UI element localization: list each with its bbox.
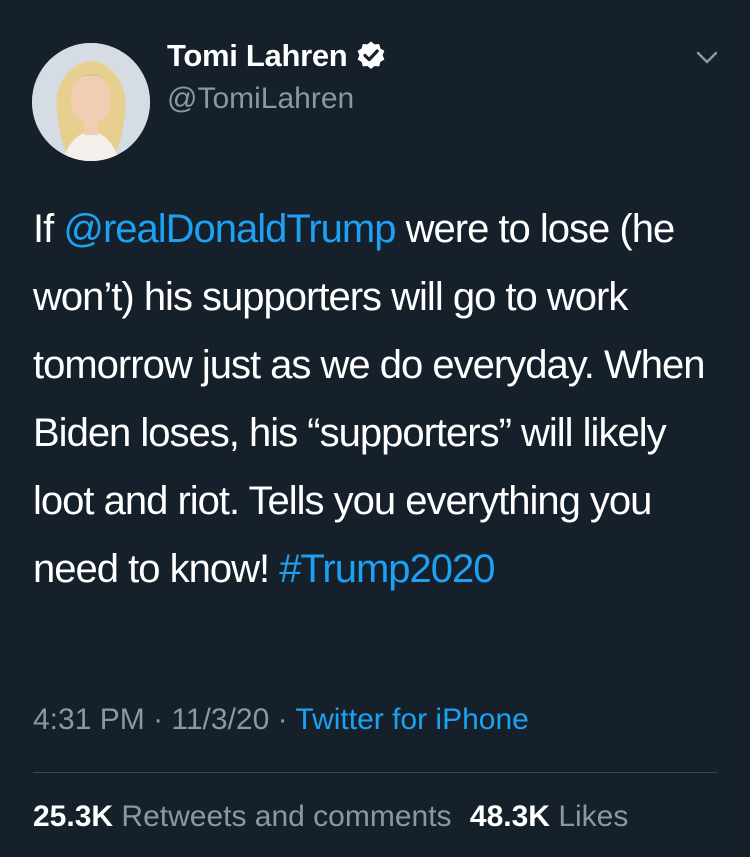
verified-badge-icon: [355, 40, 387, 72]
mention-link[interactable]: @realDonaldTrump: [63, 207, 396, 251]
author-display-name[interactable]: Tomi Lahren: [167, 38, 348, 74]
tweet-text: If @realDonaldTrump were to lose (he won…: [33, 195, 723, 603]
author-handle[interactable]: @TomiLahren: [167, 82, 354, 116]
tweet-text-body: were to lose (he won’t) his supporters w…: [33, 207, 705, 591]
tweet-source-link[interactable]: Twitter for iPhone: [295, 703, 528, 736]
author-name-row: Tomi Lahren: [167, 38, 387, 74]
likes-label: Likes: [558, 800, 629, 833]
likes-stat[interactable]: 48.3K Likes: [470, 800, 628, 833]
retweets-count: 25.3K: [33, 800, 114, 833]
hashtag-link[interactable]: #Trump2020: [279, 547, 495, 591]
tweet-meta: 4:31 PM · 11/3/20 · Twitter for iPhone: [33, 703, 529, 737]
meta-separator: ·: [144, 703, 172, 736]
tweet-stats: 25.3K Retweets and comments 48.3K Likes: [33, 800, 628, 834]
retweets-label: Retweets and comments: [121, 800, 452, 833]
tweet-text-prefix: If: [33, 207, 64, 251]
tweet-date[interactable]: 11/3/20: [171, 703, 269, 736]
likes-count: 48.3K: [469, 800, 550, 833]
avatar[interactable]: [32, 43, 150, 161]
meta-separator-2: ·: [269, 703, 296, 736]
divider: [33, 772, 717, 773]
retweets-stat[interactable]: 25.3K Retweets and comments: [33, 800, 452, 833]
chevron-down-icon[interactable]: [692, 48, 722, 68]
tweet-time[interactable]: 4:31 PM: [33, 703, 145, 736]
